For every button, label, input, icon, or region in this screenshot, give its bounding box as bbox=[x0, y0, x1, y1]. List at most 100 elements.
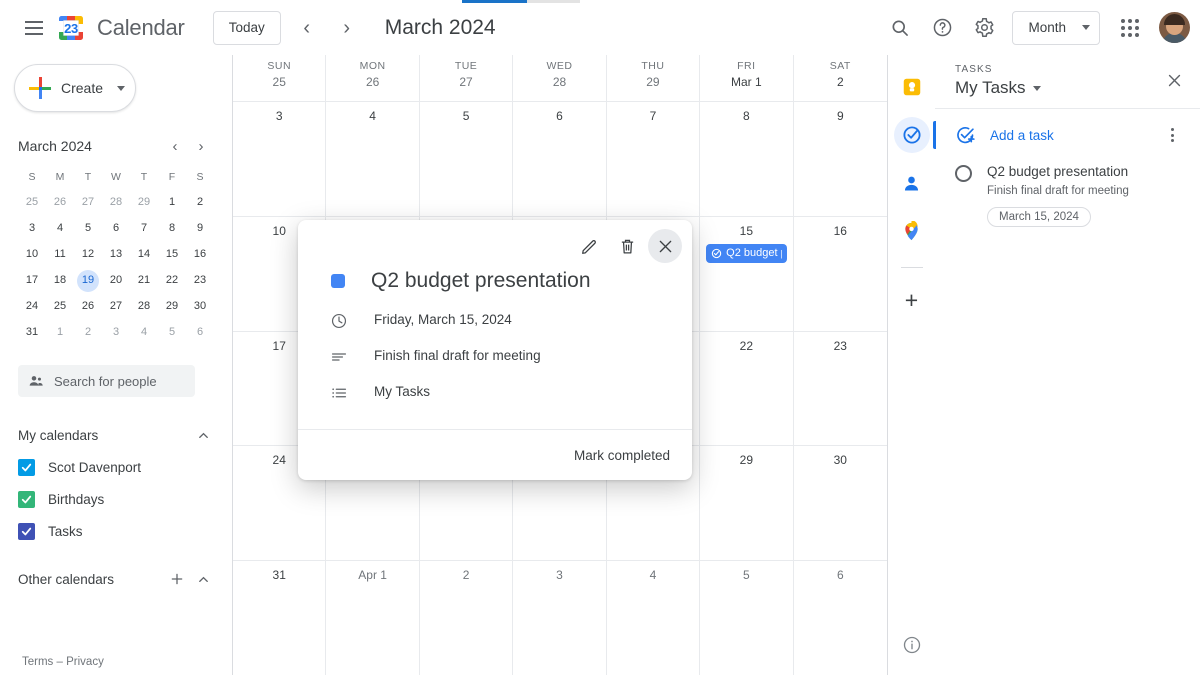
view-selector[interactable]: Month bbox=[1012, 10, 1100, 45]
help-button[interactable] bbox=[922, 8, 962, 48]
mini-calendar-day[interactable]: 18 bbox=[46, 268, 74, 293]
mark-completed-button[interactable]: Mark completed bbox=[574, 448, 670, 463]
day-cell[interactable]: 6 bbox=[794, 561, 887, 675]
mini-calendar-day[interactable]: 13 bbox=[102, 242, 130, 267]
today-button[interactable]: Today bbox=[212, 10, 281, 45]
mini-calendar-day[interactable]: 5 bbox=[158, 320, 186, 345]
day-cell[interactable]: 30 bbox=[794, 446, 887, 560]
edit-event-button[interactable] bbox=[572, 229, 606, 263]
mini-calendar-day[interactable]: 30 bbox=[186, 294, 214, 319]
day-cell-number[interactable]: 7 bbox=[607, 106, 699, 126]
mini-calendar-day[interactable]: 21 bbox=[130, 268, 158, 293]
day-cell[interactable]: 7 bbox=[607, 102, 701, 216]
main-menu-button[interactable] bbox=[14, 8, 54, 48]
day-cell[interactable]: 5 bbox=[420, 102, 514, 216]
day-cell-number[interactable]: 3 bbox=[513, 565, 605, 585]
mini-calendar-day[interactable]: 6 bbox=[102, 216, 130, 241]
mini-calendar-day[interactable]: 29 bbox=[130, 190, 158, 215]
day-cell[interactable]: 5 bbox=[700, 561, 794, 675]
mini-calendar-day[interactable]: 5 bbox=[74, 216, 102, 241]
day-header-number[interactable]: Mar 1 bbox=[731, 75, 762, 89]
day-cell[interactable]: 22 bbox=[700, 331, 794, 446]
rail-info-button[interactable] bbox=[902, 635, 922, 660]
day-cell-number[interactable]: 30 bbox=[794, 450, 887, 470]
task-complete-checkbox[interactable] bbox=[955, 165, 972, 182]
mini-calendar-day[interactable]: 12 bbox=[74, 242, 102, 267]
my-calendars-collapse-button[interactable] bbox=[192, 424, 214, 446]
mini-calendar-next-button[interactable]: › bbox=[188, 133, 214, 159]
mini-calendar-day[interactable]: 4 bbox=[130, 320, 158, 345]
day-cell-number[interactable]: 29 bbox=[700, 450, 792, 470]
day-header-number[interactable]: 25 bbox=[273, 75, 286, 89]
mini-calendar-day[interactable]: 19 bbox=[74, 268, 102, 293]
day-cell[interactable]: 6 bbox=[513, 102, 607, 216]
mini-calendar-day[interactable]: 28 bbox=[130, 294, 158, 319]
day-cell-number[interactable]: 31 bbox=[233, 565, 325, 585]
day-cell-number[interactable]: 22 bbox=[700, 336, 792, 356]
mini-calendar-day[interactable]: 28 bbox=[102, 190, 130, 215]
day-cell-number[interactable]: 23 bbox=[794, 336, 887, 356]
other-calendars-collapse-button[interactable] bbox=[192, 568, 214, 590]
day-cell[interactable]: 4 bbox=[326, 102, 420, 216]
mini-calendar-day[interactable]: 31 bbox=[18, 320, 46, 345]
day-cell[interactable]: 3 bbox=[513, 561, 607, 675]
mini-calendar-day[interactable]: 3 bbox=[18, 216, 46, 241]
add-task-label[interactable]: Add a task bbox=[990, 128, 1054, 143]
mini-calendar-day[interactable]: 29 bbox=[158, 294, 186, 319]
mini-calendar-day[interactable]: 23 bbox=[186, 268, 214, 293]
tasks-list-selector[interactable]: My Tasks bbox=[955, 78, 1041, 98]
mini-calendar-day[interactable]: 24 bbox=[18, 294, 46, 319]
settings-button[interactable] bbox=[964, 8, 1004, 48]
day-cell[interactable]: 29 bbox=[700, 446, 794, 561]
mini-calendar-day[interactable]: 22 bbox=[158, 268, 186, 293]
mini-calendar-day[interactable]: 4 bbox=[46, 216, 74, 241]
day-header-number[interactable]: 27 bbox=[459, 75, 472, 89]
privacy-link[interactable]: Privacy bbox=[66, 656, 104, 668]
close-event-popup-button[interactable] bbox=[648, 229, 682, 263]
add-task-icon[interactable] bbox=[955, 125, 976, 146]
rail-item-tasks[interactable] bbox=[893, 117, 936, 153]
mini-calendar-day[interactable]: 1 bbox=[158, 190, 186, 215]
task-date-chip[interactable]: March 15, 2024 bbox=[987, 207, 1091, 227]
mini-calendar-day[interactable]: 6 bbox=[186, 320, 214, 345]
my-calendars-header[interactable]: My calendars bbox=[18, 421, 214, 449]
day-cell[interactable]: 23 bbox=[794, 332, 887, 446]
mini-calendar-day[interactable]: 9 bbox=[186, 216, 214, 241]
day-cell-number[interactable]: 6 bbox=[794, 565, 887, 585]
mini-calendar-day[interactable]: 2 bbox=[186, 190, 214, 215]
mini-calendar-day[interactable]: 10 bbox=[18, 242, 46, 267]
mini-calendar-prev-button[interactable]: ‹ bbox=[162, 133, 188, 159]
rail-item-contacts[interactable] bbox=[894, 165, 930, 201]
day-cell[interactable]: 3 bbox=[233, 102, 327, 216]
rail-item-maps[interactable] bbox=[894, 213, 930, 249]
day-cell-number[interactable]: 4 bbox=[326, 106, 418, 126]
day-cell-number[interactable]: 15 bbox=[700, 221, 792, 241]
mini-calendar-day[interactable]: 26 bbox=[46, 190, 74, 215]
mini-calendar-day[interactable]: 1 bbox=[46, 320, 74, 345]
mini-calendar-day[interactable]: 25 bbox=[46, 294, 74, 319]
task-list-item[interactable]: Q2 budget presentation Finish final draft… bbox=[935, 159, 1200, 231]
day-cell-number[interactable]: 16 bbox=[794, 221, 887, 241]
event-chip[interactable]: Q2 budget p bbox=[706, 243, 787, 263]
previous-period-button[interactable]: ‹ bbox=[287, 8, 327, 48]
account-avatar[interactable] bbox=[1159, 12, 1190, 43]
day-cell-number[interactable]: 8 bbox=[700, 106, 792, 126]
day-cell[interactable]: 8 bbox=[700, 102, 794, 216]
mini-calendar-day[interactable]: 20 bbox=[102, 268, 130, 293]
tasks-panel-close-button[interactable] bbox=[1158, 64, 1190, 96]
create-button[interactable]: Create bbox=[14, 64, 136, 112]
mini-calendar-day[interactable]: 27 bbox=[102, 294, 130, 319]
tasks-more-options-button[interactable] bbox=[1158, 121, 1186, 149]
calendar-checkbox[interactable] bbox=[18, 522, 35, 540]
day-header-number[interactable]: 28 bbox=[553, 75, 566, 89]
day-cell[interactable]: 9 bbox=[794, 102, 887, 216]
day-cell[interactable]: 15 Q2 budget p bbox=[700, 216, 794, 331]
mini-calendar-day[interactable]: 11 bbox=[46, 242, 74, 267]
delete-event-button[interactable] bbox=[610, 229, 644, 263]
day-cell-number[interactable]: 4 bbox=[607, 565, 699, 585]
day-cell[interactable]: 16 bbox=[794, 217, 887, 331]
other-calendars-header[interactable]: Other calendars bbox=[18, 565, 214, 593]
mini-calendar-day[interactable]: 25 bbox=[18, 190, 46, 215]
day-cell[interactable]: 2 bbox=[420, 561, 514, 675]
calendar-item-tasks[interactable]: Tasks bbox=[18, 517, 214, 545]
